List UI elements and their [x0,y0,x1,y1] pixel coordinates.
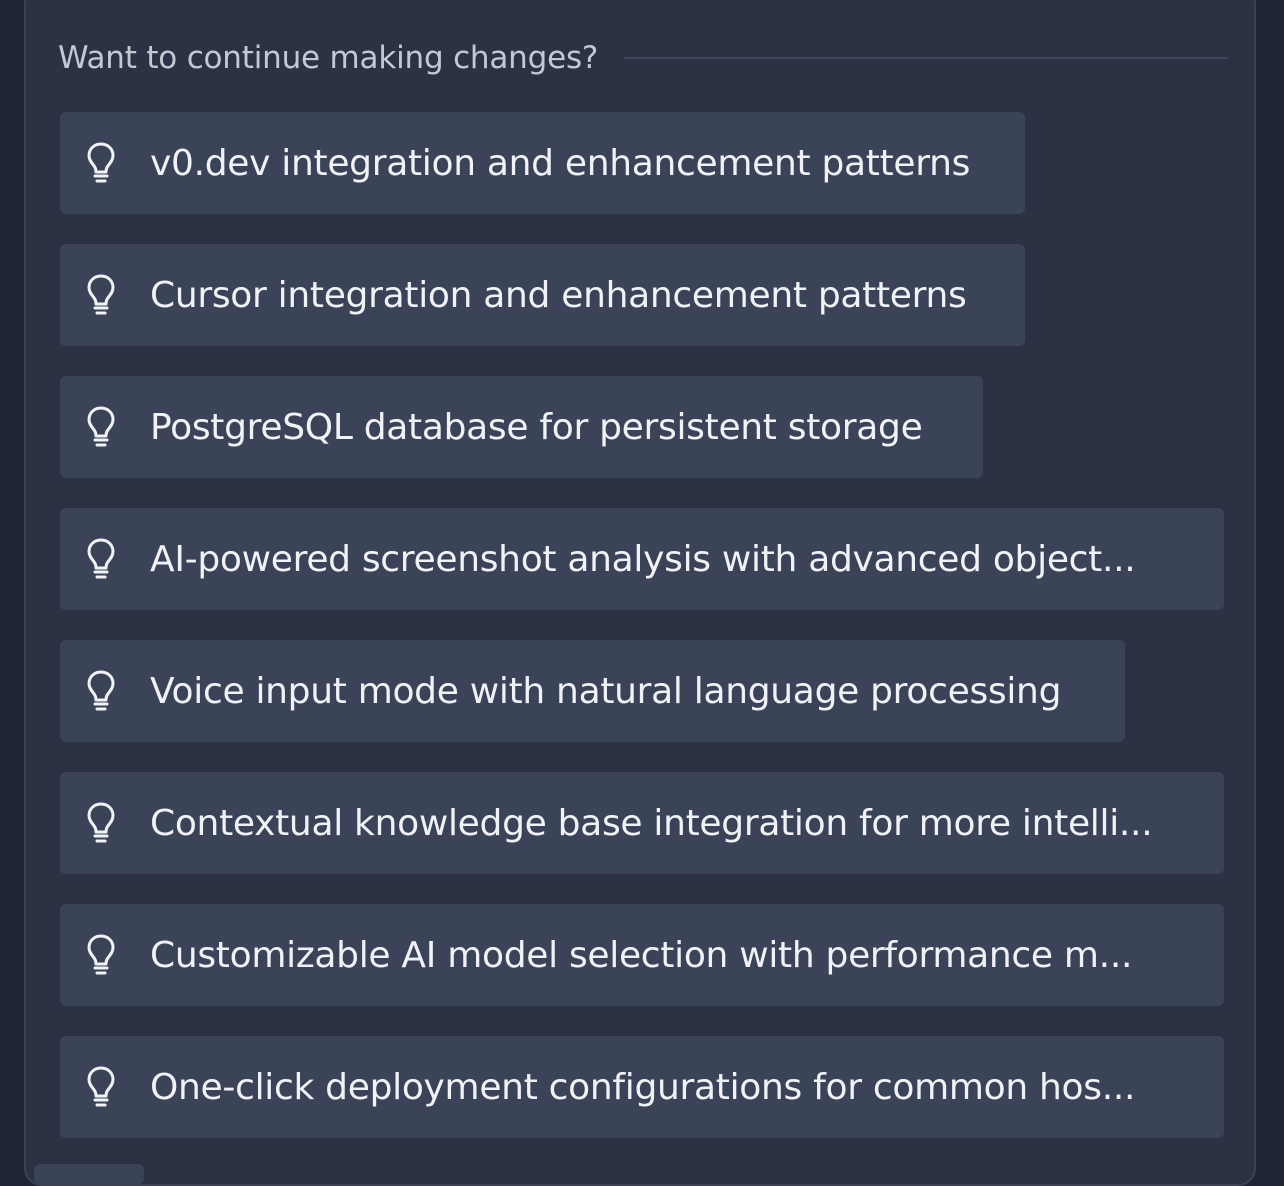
lightbulb-icon [86,933,116,977]
suggestion-label: Voice input mode with natural language p… [150,670,1062,712]
suggestion-label: PostgreSQL database for persistent stora… [150,406,923,448]
suggestion-label: AI-powered screenshot analysis with adva… [150,538,1136,580]
suggestion-button[interactable]: v0.dev integration and enhancement patte… [60,112,1025,214]
suggestion-label: One-click deployment configurations for … [150,1066,1136,1108]
suggestion-button[interactable]: Contextual knowledge base integration fo… [60,772,1224,874]
suggestion-button[interactable]: One-click deployment configurations for … [60,1036,1224,1138]
suggestion-button[interactable]: Voice input mode with natural language p… [60,640,1125,742]
header-divider [624,57,1228,59]
suggestion-list: v0.dev integration and enhancement patte… [60,112,1226,1168]
lightbulb-icon [86,801,116,845]
lightbulb-icon [86,537,116,581]
panel-header: Want to continue making changes? [58,38,1228,78]
suggestion-label: v0.dev integration and enhancement patte… [150,142,971,184]
suggestion-button[interactable]: AI-powered screenshot analysis with adva… [60,508,1224,610]
suggestion-label: Cursor integration and enhancement patte… [150,274,967,316]
suggestion-label: Customizable AI model selection with per… [150,934,1133,976]
panel-title: Want to continue making changes? [58,40,599,76]
lightbulb-icon [86,1065,116,1109]
lightbulb-icon [86,141,116,185]
suggestion-button[interactable]: PostgreSQL database for persistent stora… [60,376,983,478]
lightbulb-icon [86,669,116,713]
suggestions-panel: Want to continue making changes? v0.dev … [24,0,1256,1186]
lightbulb-icon [86,273,116,317]
lightbulb-icon [86,405,116,449]
suggestion-button[interactable]: Customizable AI model selection with per… [60,904,1224,1006]
suggestion-button[interactable]: Cursor integration and enhancement patte… [60,244,1025,346]
suggestion-button-partial[interactable] [34,1164,144,1184]
suggestion-label: Contextual knowledge base integration fo… [150,802,1153,844]
